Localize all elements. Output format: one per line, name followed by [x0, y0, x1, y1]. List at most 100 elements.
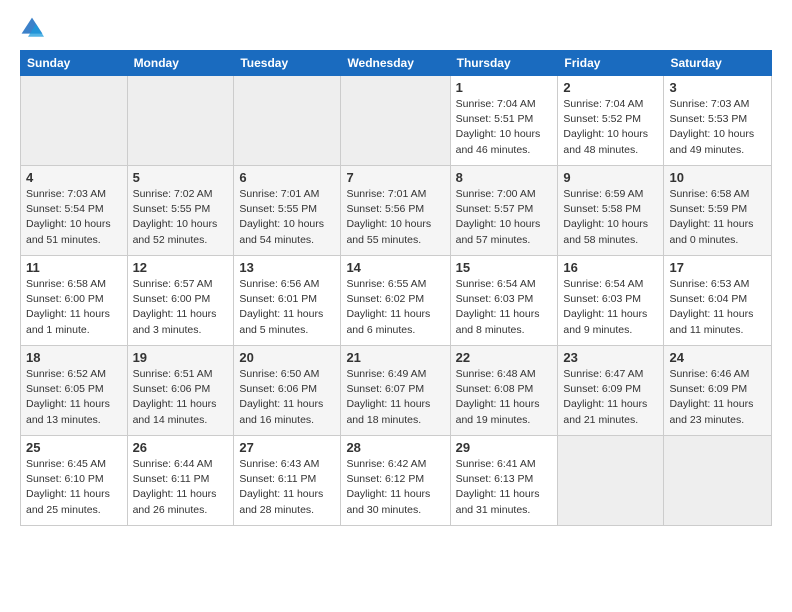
day-number: 2	[563, 80, 658, 95]
day-number: 29	[456, 440, 553, 455]
calendar-day: 13 Sunrise: 6:56 AM Sunset: 6:01 PM Dayli…	[234, 256, 341, 346]
calendar-day: 14Sunrise: 6:55 AM Sunset: 6:02 PM Dayli…	[341, 256, 450, 346]
calendar-day: 21Sunrise: 6:49 AM Sunset: 6:07 PM Dayli…	[341, 346, 450, 436]
calendar-day	[127, 76, 234, 166]
calendar-header-row: SundayMondayTuesdayWednesdayThursdayFrid…	[21, 51, 772, 76]
day-number: 14	[346, 260, 444, 275]
week-row-1: 1 Sunrise: 7:04 AM Sunset: 5:51 PM Daylig…	[21, 76, 772, 166]
day-number: 27	[239, 440, 335, 455]
day-info: Sunrise: 6:47 AM Sunset: 6:09 PM Dayligh…	[563, 367, 658, 428]
calendar-day: 11 Sunrise: 6:58 AM Sunset: 6:00 PM Dayli…	[21, 256, 128, 346]
calendar-day	[234, 76, 341, 166]
calendar-day: 17Sunrise: 6:53 AM Sunset: 6:04 PM Dayli…	[664, 256, 772, 346]
day-number: 15	[456, 260, 553, 275]
calendar-day: 10 Sunrise: 6:58 AM Sunset: 5:59 PM Dayli…	[664, 166, 772, 256]
day-info: Sunrise: 6:46 AM Sunset: 6:09 PM Dayligh…	[669, 367, 766, 428]
day-info: Sunrise: 7:04 AM Sunset: 5:51 PM Dayligh…	[456, 97, 553, 158]
day-info: Sunrise: 6:41 AM Sunset: 6:13 PM Dayligh…	[456, 457, 553, 518]
calendar-day: 22 Sunrise: 6:48 AM Sunset: 6:08 PM Dayli…	[450, 346, 558, 436]
day-info: Sunrise: 7:04 AM Sunset: 5:52 PM Dayligh…	[563, 97, 658, 158]
calendar-day: 4 Sunrise: 7:03 AM Sunset: 5:54 PM Daylig…	[21, 166, 128, 256]
day-number: 26	[133, 440, 229, 455]
day-number: 24	[669, 350, 766, 365]
calendar-day: 15 Sunrise: 6:54 AM Sunset: 6:03 PM Dayli…	[450, 256, 558, 346]
day-info: Sunrise: 7:01 AM Sunset: 5:56 PM Dayligh…	[346, 187, 444, 248]
calendar-header-saturday: Saturday	[664, 51, 772, 76]
day-number: 8	[456, 170, 553, 185]
calendar-day: 1 Sunrise: 7:04 AM Sunset: 5:51 PM Daylig…	[450, 76, 558, 166]
calendar-day: 23 Sunrise: 6:47 AM Sunset: 6:09 PM Dayli…	[558, 346, 664, 436]
day-number: 18	[26, 350, 122, 365]
day-number: 7	[346, 170, 444, 185]
day-info: Sunrise: 6:50 AM Sunset: 6:06 PM Dayligh…	[239, 367, 335, 428]
calendar-day: 7 Sunrise: 7:01 AM Sunset: 5:56 PM Daylig…	[341, 166, 450, 256]
calendar-day	[664, 436, 772, 526]
calendar-day: 19Sunrise: 6:51 AM Sunset: 6:06 PM Dayli…	[127, 346, 234, 436]
day-info: Sunrise: 6:54 AM Sunset: 6:03 PM Dayligh…	[456, 277, 553, 338]
week-row-5: 25Sunrise: 6:45 AM Sunset: 6:10 PM Dayli…	[21, 436, 772, 526]
calendar-header-friday: Friday	[558, 51, 664, 76]
week-row-2: 4 Sunrise: 7:03 AM Sunset: 5:54 PM Daylig…	[21, 166, 772, 256]
logo	[20, 16, 48, 40]
day-number: 3	[669, 80, 766, 95]
day-number: 20	[239, 350, 335, 365]
day-info: Sunrise: 6:58 AM Sunset: 6:00 PM Dayligh…	[26, 277, 122, 338]
page: SundayMondayTuesdayWednesdayThursdayFrid…	[0, 0, 792, 536]
calendar-day: 9 Sunrise: 6:59 AM Sunset: 5:58 PM Daylig…	[558, 166, 664, 256]
day-number: 6	[239, 170, 335, 185]
day-number: 1	[456, 80, 553, 95]
day-number: 5	[133, 170, 229, 185]
calendar-day	[558, 436, 664, 526]
day-info: Sunrise: 7:03 AM Sunset: 5:54 PM Dayligh…	[26, 187, 122, 248]
day-number: 12	[133, 260, 229, 275]
day-info: Sunrise: 7:01 AM Sunset: 5:55 PM Dayligh…	[239, 187, 335, 248]
calendar-header-sunday: Sunday	[21, 51, 128, 76]
day-info: Sunrise: 6:57 AM Sunset: 6:00 PM Dayligh…	[133, 277, 229, 338]
calendar-day: 26 Sunrise: 6:44 AM Sunset: 6:11 PM Dayli…	[127, 436, 234, 526]
calendar-day: 8 Sunrise: 7:00 AM Sunset: 5:57 PM Daylig…	[450, 166, 558, 256]
day-info: Sunrise: 7:00 AM Sunset: 5:57 PM Dayligh…	[456, 187, 553, 248]
week-row-4: 18 Sunrise: 6:52 AM Sunset: 6:05 PM Dayli…	[21, 346, 772, 436]
calendar-day	[341, 76, 450, 166]
day-number: 10	[669, 170, 766, 185]
day-info: Sunrise: 6:48 AM Sunset: 6:08 PM Dayligh…	[456, 367, 553, 428]
day-number: 16	[563, 260, 658, 275]
day-info: Sunrise: 6:49 AM Sunset: 6:07 PM Dayligh…	[346, 367, 444, 428]
day-info: Sunrise: 6:45 AM Sunset: 6:10 PM Dayligh…	[26, 457, 122, 518]
day-info: Sunrise: 7:02 AM Sunset: 5:55 PM Dayligh…	[133, 187, 229, 248]
day-number: 9	[563, 170, 658, 185]
day-number: 28	[346, 440, 444, 455]
calendar-header-wednesday: Wednesday	[341, 51, 450, 76]
day-number: 11	[26, 260, 122, 275]
day-number: 23	[563, 350, 658, 365]
day-info: Sunrise: 6:58 AM Sunset: 5:59 PM Dayligh…	[669, 187, 766, 248]
calendar-header-thursday: Thursday	[450, 51, 558, 76]
day-info: Sunrise: 6:43 AM Sunset: 6:11 PM Dayligh…	[239, 457, 335, 518]
calendar-day: 24 Sunrise: 6:46 AM Sunset: 6:09 PM Dayli…	[664, 346, 772, 436]
day-number: 19	[133, 350, 229, 365]
day-info: Sunrise: 6:56 AM Sunset: 6:01 PM Dayligh…	[239, 277, 335, 338]
calendar-day	[21, 76, 128, 166]
day-info: Sunrise: 6:54 AM Sunset: 6:03 PM Dayligh…	[563, 277, 658, 338]
week-row-3: 11 Sunrise: 6:58 AM Sunset: 6:00 PM Dayli…	[21, 256, 772, 346]
calendar-day: 6 Sunrise: 7:01 AM Sunset: 5:55 PM Daylig…	[234, 166, 341, 256]
day-info: Sunrise: 7:03 AM Sunset: 5:53 PM Dayligh…	[669, 97, 766, 158]
calendar-day: 16 Sunrise: 6:54 AM Sunset: 6:03 PM Dayli…	[558, 256, 664, 346]
calendar-day: 28 Sunrise: 6:42 AM Sunset: 6:12 PM Dayli…	[341, 436, 450, 526]
calendar-header-monday: Monday	[127, 51, 234, 76]
calendar-day: 29 Sunrise: 6:41 AM Sunset: 6:13 PM Dayli…	[450, 436, 558, 526]
calendar-header-tuesday: Tuesday	[234, 51, 341, 76]
day-number: 22	[456, 350, 553, 365]
day-info: Sunrise: 6:44 AM Sunset: 6:11 PM Dayligh…	[133, 457, 229, 518]
day-number: 4	[26, 170, 122, 185]
calendar-day: 27 Sunrise: 6:43 AM Sunset: 6:11 PM Dayli…	[234, 436, 341, 526]
header	[20, 16, 772, 40]
day-info: Sunrise: 6:42 AM Sunset: 6:12 PM Dayligh…	[346, 457, 444, 518]
day-info: Sunrise: 6:59 AM Sunset: 5:58 PM Dayligh…	[563, 187, 658, 248]
calendar-day: 18 Sunrise: 6:52 AM Sunset: 6:05 PM Dayli…	[21, 346, 128, 436]
day-info: Sunrise: 6:52 AM Sunset: 6:05 PM Dayligh…	[26, 367, 122, 428]
day-number: 13	[239, 260, 335, 275]
logo-icon	[20, 16, 44, 40]
day-number: 17	[669, 260, 766, 275]
calendar-day: 12 Sunrise: 6:57 AM Sunset: 6:00 PM Dayli…	[127, 256, 234, 346]
